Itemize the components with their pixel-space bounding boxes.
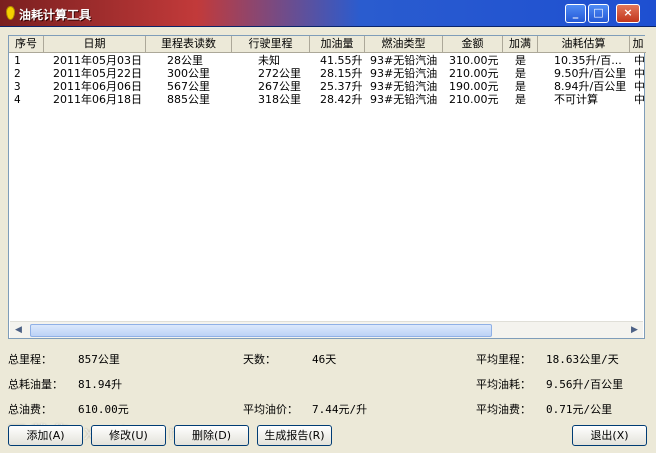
cell-date: 2011年06月06日 xyxy=(53,80,142,93)
cell-distance: 272公里 xyxy=(258,67,301,80)
cell-amount: 310.00元 xyxy=(449,54,499,67)
cell-date: 2011年05月22日 xyxy=(53,67,142,80)
avg-consumption-label: 平均油耗： xyxy=(476,378,531,391)
cell-extra: 中 xyxy=(634,67,645,80)
column-header-index[interactable]: 序号 xyxy=(9,36,44,53)
records-listview[interactable]: 序号 日期 里程表读数 行驶里程 加油量 燃油类型 金额 加满 油耗估算 加 1… xyxy=(8,35,646,339)
exit-button[interactable]: 退出(X) xyxy=(572,425,647,446)
cell-fuel-amount: 25.37升 xyxy=(320,80,363,93)
cell-index: 1 xyxy=(14,54,21,67)
cell-date: 2011年05月03日 xyxy=(53,54,142,67)
table-header: 序号 日期 里程表读数 行驶里程 加油量 燃油类型 金额 加满 油耗估算 加 xyxy=(9,36,646,53)
days-value: 46天 xyxy=(312,353,337,366)
cell-consumption: 10.35升/百... xyxy=(554,54,622,67)
table-row[interactable]: 1 2011年05月03日 28公里 未知 41.55升 93#无铅汽油 310… xyxy=(9,54,646,67)
cell-extra: 中 xyxy=(634,93,645,106)
column-header-consumption[interactable]: 油耗估算 xyxy=(538,36,630,53)
cell-extra: 中 xyxy=(634,80,645,93)
add-button[interactable]: 添加(A) xyxy=(8,425,83,446)
scroll-right-icon[interactable]: ▶ xyxy=(627,323,642,338)
cell-full-tank: 是 xyxy=(515,67,526,80)
delete-button[interactable]: 删除(D) xyxy=(174,425,249,446)
cell-fuel-amount: 41.55升 xyxy=(320,54,363,67)
total-distance-value: 857公里 xyxy=(78,353,120,366)
cell-odometer: 300公里 xyxy=(167,67,210,80)
edit-button[interactable]: 修改(U) xyxy=(91,425,166,446)
cell-fuel-amount: 28.15升 xyxy=(320,67,363,80)
cell-fuel-type: 93#无铅汽油 xyxy=(370,80,438,93)
cell-amount: 210.00元 xyxy=(449,67,499,80)
close-button[interactable]: × xyxy=(616,4,640,23)
column-header-extra[interactable]: 加 xyxy=(630,36,646,53)
maximize-button[interactable]: □ xyxy=(588,4,609,23)
total-cost-value: 610.00元 xyxy=(78,403,129,416)
days-label: 天数： xyxy=(243,353,276,366)
scrollbar-thumb[interactable] xyxy=(30,324,492,337)
cell-amount: 210.00元 xyxy=(449,93,499,106)
cell-odometer: 567公里 xyxy=(167,80,210,93)
cell-odometer: 885公里 xyxy=(167,93,210,106)
column-header-fuel-type[interactable]: 燃油类型 xyxy=(365,36,443,53)
cell-consumption: 9.50升/百公里 xyxy=(554,67,627,80)
total-distance-label: 总里程： xyxy=(8,353,52,366)
title-bar[interactable]: 油耗计算工具 _ □ × xyxy=(0,0,656,27)
avg-price-label: 平均油价： xyxy=(243,403,298,416)
avg-consumption-value: 9.56升/百公里 xyxy=(546,378,624,391)
table-row[interactable]: 4 2011年06月18日 885公里 318公里 28.42升 93#无铅汽油… xyxy=(9,93,646,106)
cell-amount: 190.00元 xyxy=(449,80,499,93)
avg-cost-value: 0.71元/公里 xyxy=(546,403,613,416)
cell-date: 2011年06月18日 xyxy=(53,93,142,106)
avg-distance-value: 18.63公里/天 xyxy=(546,353,619,366)
fuel-drop-icon xyxy=(6,6,15,20)
cell-extra: 中 xyxy=(634,54,645,67)
generate-report-button[interactable]: 生成报告(R) xyxy=(257,425,332,446)
cell-consumption: 不可计算 xyxy=(554,93,598,106)
cell-consumption: 8.94升/百公里 xyxy=(554,80,627,93)
column-header-odometer[interactable]: 里程表读数 xyxy=(146,36,232,53)
cell-index: 4 xyxy=(14,93,21,106)
horizontal-scrollbar[interactable]: ◀ ▶ xyxy=(10,321,643,338)
total-fuel-label: 总耗油量： xyxy=(8,378,63,391)
cell-index: 2 xyxy=(14,67,21,80)
column-header-date[interactable]: 日期 xyxy=(44,36,146,53)
table-body: 1 2011年05月03日 28公里 未知 41.55升 93#无铅汽油 310… xyxy=(9,54,646,106)
scroll-left-icon[interactable]: ◀ xyxy=(11,323,26,338)
cell-index: 3 xyxy=(14,80,21,93)
cell-full-tank: 是 xyxy=(515,54,526,67)
cell-distance: 267公里 xyxy=(258,80,301,93)
minimize-button[interactable]: _ xyxy=(565,4,586,23)
column-header-fuel-amount[interactable]: 加油量 xyxy=(310,36,365,53)
total-cost-label: 总油费： xyxy=(8,403,52,416)
cell-full-tank: 是 xyxy=(515,80,526,93)
avg-price-value: 7.44元/升 xyxy=(312,403,368,416)
table-row[interactable]: 2 2011年05月22日 300公里 272公里 28.15升 93#无铅汽油… xyxy=(9,67,646,80)
cell-fuel-type: 93#无铅汽油 xyxy=(370,54,438,67)
table-row[interactable]: 3 2011年06月06日 567公里 267公里 25.37升 93#无铅汽油… xyxy=(9,80,646,93)
column-header-distance[interactable]: 行驶里程 xyxy=(232,36,310,53)
cell-fuel-amount: 28.42升 xyxy=(320,93,363,106)
column-header-amount[interactable]: 金额 xyxy=(443,36,503,53)
cell-fuel-type: 93#无铅汽油 xyxy=(370,93,438,106)
cell-fuel-type: 93#无铅汽油 xyxy=(370,67,438,80)
total-fuel-value: 81.94升 xyxy=(78,378,123,391)
avg-cost-label: 平均油费： xyxy=(476,403,531,416)
cell-distance: 318公里 xyxy=(258,93,301,106)
cell-odometer: 28公里 xyxy=(167,54,203,67)
cell-full-tank: 是 xyxy=(515,93,526,106)
avg-distance-label: 平均里程： xyxy=(476,353,531,366)
column-header-full-tank[interactable]: 加满 xyxy=(503,36,538,53)
cell-distance: 未知 xyxy=(258,54,280,67)
window-title: 油耗计算工具 xyxy=(19,8,92,22)
